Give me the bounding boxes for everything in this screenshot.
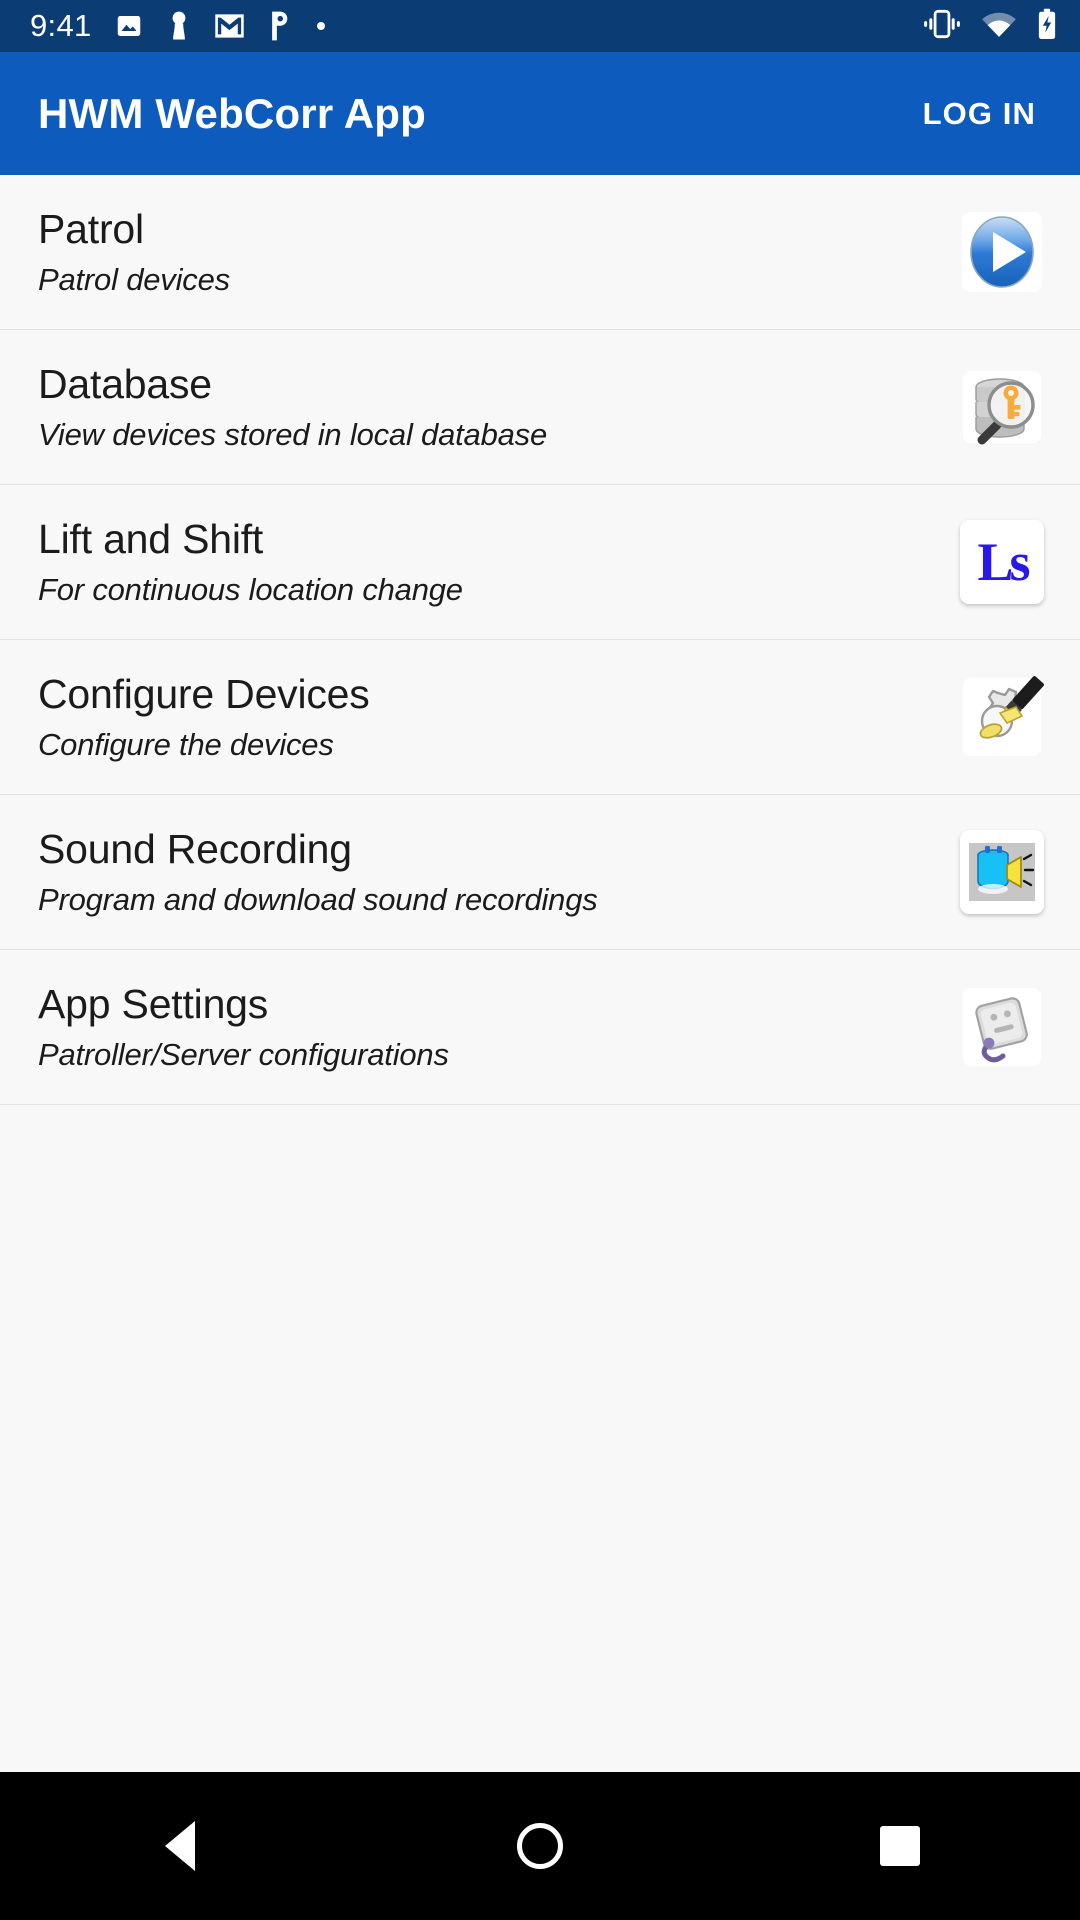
system-navigation-bar	[0, 1772, 1080, 1920]
login-button[interactable]: LOG IN	[909, 82, 1050, 146]
gear-pen-icon-tile	[960, 675, 1044, 759]
ls-logo-text: Ls	[977, 532, 1030, 592]
battery-charging-icon	[1036, 8, 1058, 45]
speaker-device-icon-tile	[960, 830, 1044, 914]
menu-item-subtitle: View devices stored in local database	[38, 417, 548, 453]
menu-item-patrol[interactable]: Patrol Patrol devices	[0, 175, 1080, 330]
recents-button[interactable]	[825, 1772, 975, 1920]
menu-item-title: Sound Recording	[38, 825, 352, 872]
back-triangle-icon	[165, 1821, 195, 1871]
status-bar: 9:41	[0, 0, 1080, 52]
settings-plug-icon-tile	[960, 985, 1044, 1069]
settings-plug-icon	[954, 979, 1050, 1075]
menu-item-subtitle: Program and download sound recordings	[38, 882, 598, 918]
ls-logo-icon-tile: Ls	[960, 520, 1044, 604]
menu-item-text: Database View devices stored in local da…	[38, 361, 936, 454]
status-clock: 9:41	[30, 8, 92, 43]
menu-item-subtitle: Patroller/Server configurations	[38, 1037, 449, 1073]
page-title: HWM WebCorr App	[38, 89, 426, 137]
gear-pen-icon	[954, 669, 1050, 765]
database-search-key-icon	[954, 359, 1050, 455]
menu-item-database[interactable]: Database View devices stored in local da…	[0, 330, 1080, 485]
menu-item-text: Sound Recording Program and download sou…	[38, 826, 936, 919]
play-button-icon	[954, 204, 1050, 300]
back-button[interactable]	[105, 1772, 255, 1920]
status-bar-left: 9:41	[30, 8, 327, 44]
menu-item-subtitle: Configure the devices	[38, 727, 334, 763]
menu-item-title: Patrol	[38, 205, 144, 252]
status-bar-right	[922, 8, 1058, 45]
menu-item-subtitle: Patrol devices	[38, 262, 230, 298]
menu-item-title: App Settings	[38, 980, 269, 1027]
menu-item-text: Configure Devices Configure the devices	[38, 671, 936, 764]
vibrate-icon	[922, 9, 962, 44]
menu-item-sound-recording[interactable]: Sound Recording Program and download sou…	[0, 795, 1080, 950]
menu-list: Patrol Patrol devices Database View devi…	[0, 175, 1080, 1105]
home-button[interactable]	[465, 1772, 615, 1920]
letter-p-icon	[267, 9, 293, 43]
menu-item-title: Database	[38, 360, 212, 407]
menu-item-app-settings[interactable]: App Settings Patroller/Server configurat…	[0, 950, 1080, 1105]
image-icon	[114, 11, 144, 41]
menu-item-title: Lift and Shift	[38, 515, 264, 562]
menu-item-configure-devices[interactable]: Configure Devices Configure the devices	[0, 640, 1080, 795]
menu-item-text: App Settings Patroller/Server configurat…	[38, 981, 936, 1074]
menu-item-subtitle: For continuous location change	[38, 572, 463, 608]
menu-item-text: Lift and Shift For continuous location c…	[38, 516, 936, 609]
database-search-key-icon-tile	[960, 365, 1044, 449]
app-screen: 9:41 HWM WebCorr App LOG IN Patrol Patro…	[0, 0, 1080, 1920]
speaker-device-icon	[954, 824, 1050, 920]
app-bar: HWM WebCorr App LOG IN	[0, 52, 1080, 175]
wifi-icon	[981, 10, 1017, 43]
recents-square-icon	[880, 1826, 920, 1866]
dot-icon	[315, 20, 327, 32]
home-circle-icon	[517, 1823, 563, 1869]
keyhole-icon	[166, 10, 192, 42]
empty-content-area	[0, 1105, 1080, 1772]
gmail-icon	[214, 12, 245, 40]
menu-item-text: Patrol Patrol devices	[38, 206, 936, 299]
menu-item-title: Configure Devices	[38, 670, 370, 717]
play-button-icon-tile	[960, 210, 1044, 294]
ls-logo-icon: Ls	[954, 514, 1050, 610]
menu-item-lift-and-shift[interactable]: Lift and Shift For continuous location c…	[0, 485, 1080, 640]
